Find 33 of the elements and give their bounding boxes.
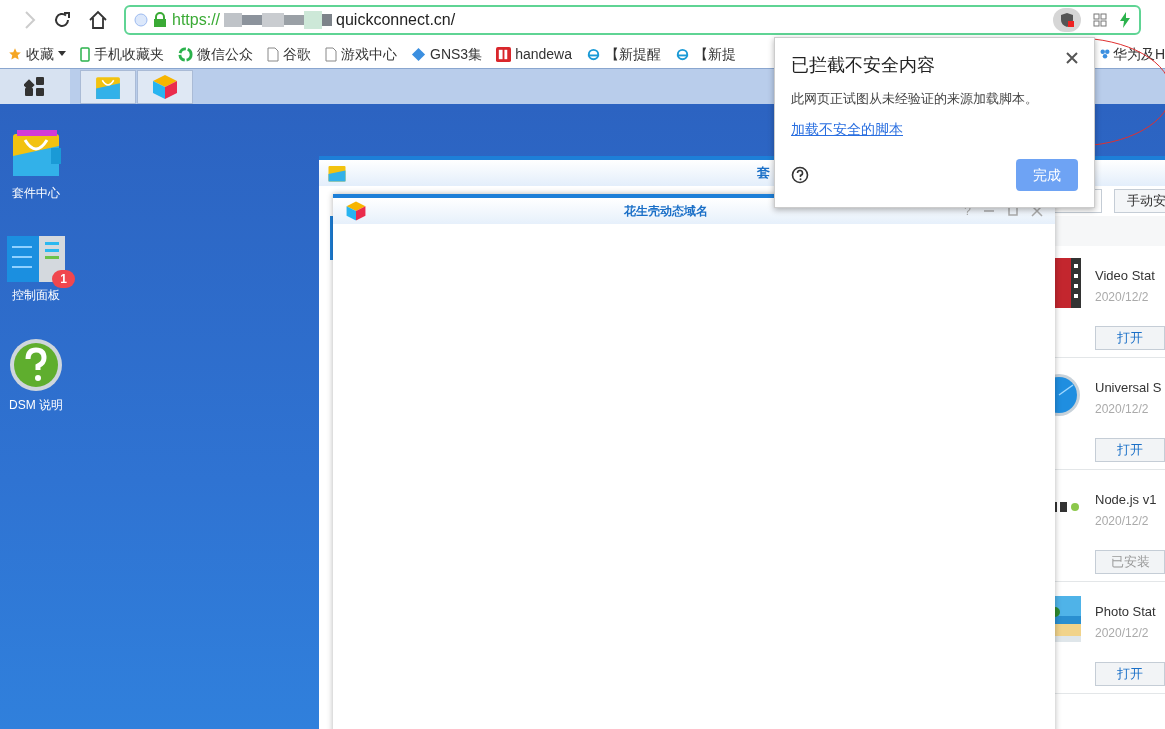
popup-message: 此网页正试图从未经验证的来源加载脚本。 bbox=[791, 90, 1039, 108]
bookmark-link[interactable]: GNS3集 bbox=[430, 43, 483, 65]
package-button[interactable]: 打开 bbox=[1095, 325, 1165, 350]
url-scheme: https:// bbox=[172, 10, 221, 30]
package-name: Node.js v1 bbox=[1095, 491, 1158, 509]
bookmark-link[interactable]: 【新提 bbox=[693, 43, 736, 65]
load-scripts-link[interactable]: 加载不安全的脚本 bbox=[791, 118, 903, 140]
install-button[interactable]: 手动安 bbox=[1114, 189, 1165, 213]
package-button[interactable]: 打开 bbox=[1095, 661, 1165, 686]
bookmark-link[interactable]: 手机收藏夹 bbox=[94, 43, 164, 65]
bookmark-link[interactable]: 收藏 bbox=[26, 43, 54, 65]
desktop-icon-label[interactable]: 套件中心 bbox=[12, 184, 60, 202]
address-bar[interactable]: https:// quickconnect.cn/ bbox=[124, 5, 1141, 35]
popup-title: 已拦截不安全内容 bbox=[791, 54, 935, 77]
window-title: 花生壳动态域名 bbox=[622, 203, 709, 220]
url-host: quickconnect.cn/ bbox=[336, 10, 456, 30]
package-button[interactable]: 打开 bbox=[1095, 437, 1165, 462]
bookmark-link[interactable]: 游戏中心 bbox=[341, 43, 397, 65]
package-name: Photo Stat bbox=[1095, 603, 1157, 621]
bookmark-link[interactable]: handewa bbox=[515, 43, 572, 65]
notification-badge: 1 bbox=[52, 270, 75, 288]
desktop-icon-label[interactable]: DSM 说明 bbox=[9, 396, 63, 414]
package-date: 2020/12/2 bbox=[1095, 624, 1150, 642]
package-name: Universal S bbox=[1095, 379, 1163, 397]
bookmark-link[interactable]: 谷歌 bbox=[283, 43, 311, 65]
package-date: 2020/12/2 bbox=[1095, 400, 1150, 418]
bookmark-link[interactable]: 微信公众 bbox=[197, 43, 253, 65]
package-name: Video Stat bbox=[1095, 267, 1156, 285]
window-title: 套 bbox=[757, 164, 770, 183]
package-date: 2020/12/2 bbox=[1095, 512, 1150, 530]
package-date: 2020/12/2 bbox=[1095, 288, 1150, 306]
desktop-icon-label[interactable]: 控制面板 bbox=[12, 286, 60, 304]
bookmark-link[interactable]: 【新提醒 bbox=[604, 43, 661, 65]
